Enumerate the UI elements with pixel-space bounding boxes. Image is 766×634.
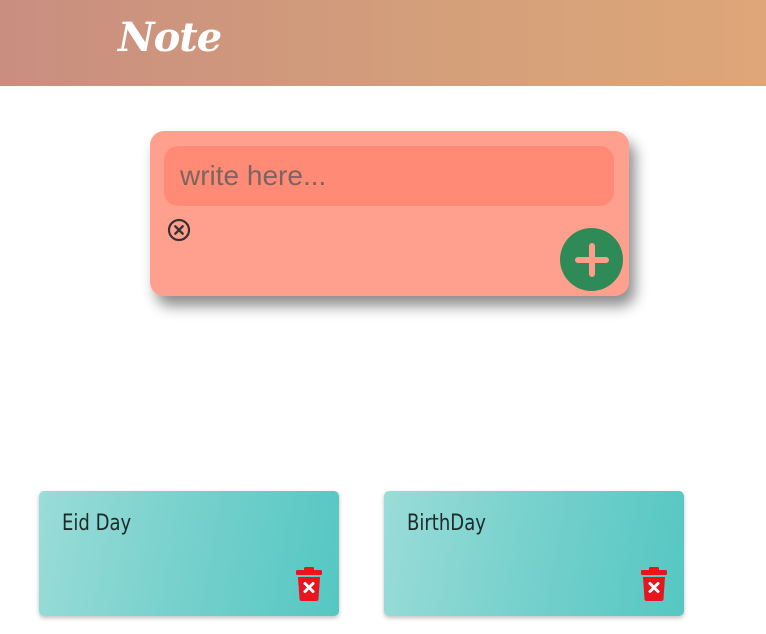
note-card: Eid Day [39, 491, 339, 616]
note-text: Eid Day [62, 511, 132, 536]
delete-note-button[interactable] [294, 566, 324, 602]
close-circle-icon [167, 218, 191, 242]
note-text: BirthDay [407, 511, 486, 536]
delete-note-button[interactable] [639, 566, 669, 602]
app-header: Note [0, 0, 766, 86]
trash-icon [641, 567, 667, 601]
note-card: BirthDay [384, 491, 684, 616]
plus-icon [574, 242, 609, 277]
clear-button[interactable] [167, 218, 191, 242]
note-composer [150, 131, 629, 296]
note-input[interactable] [164, 146, 614, 206]
trash-icon [296, 567, 322, 601]
add-note-button[interactable] [560, 228, 623, 291]
app-title: Note [118, 14, 222, 61]
